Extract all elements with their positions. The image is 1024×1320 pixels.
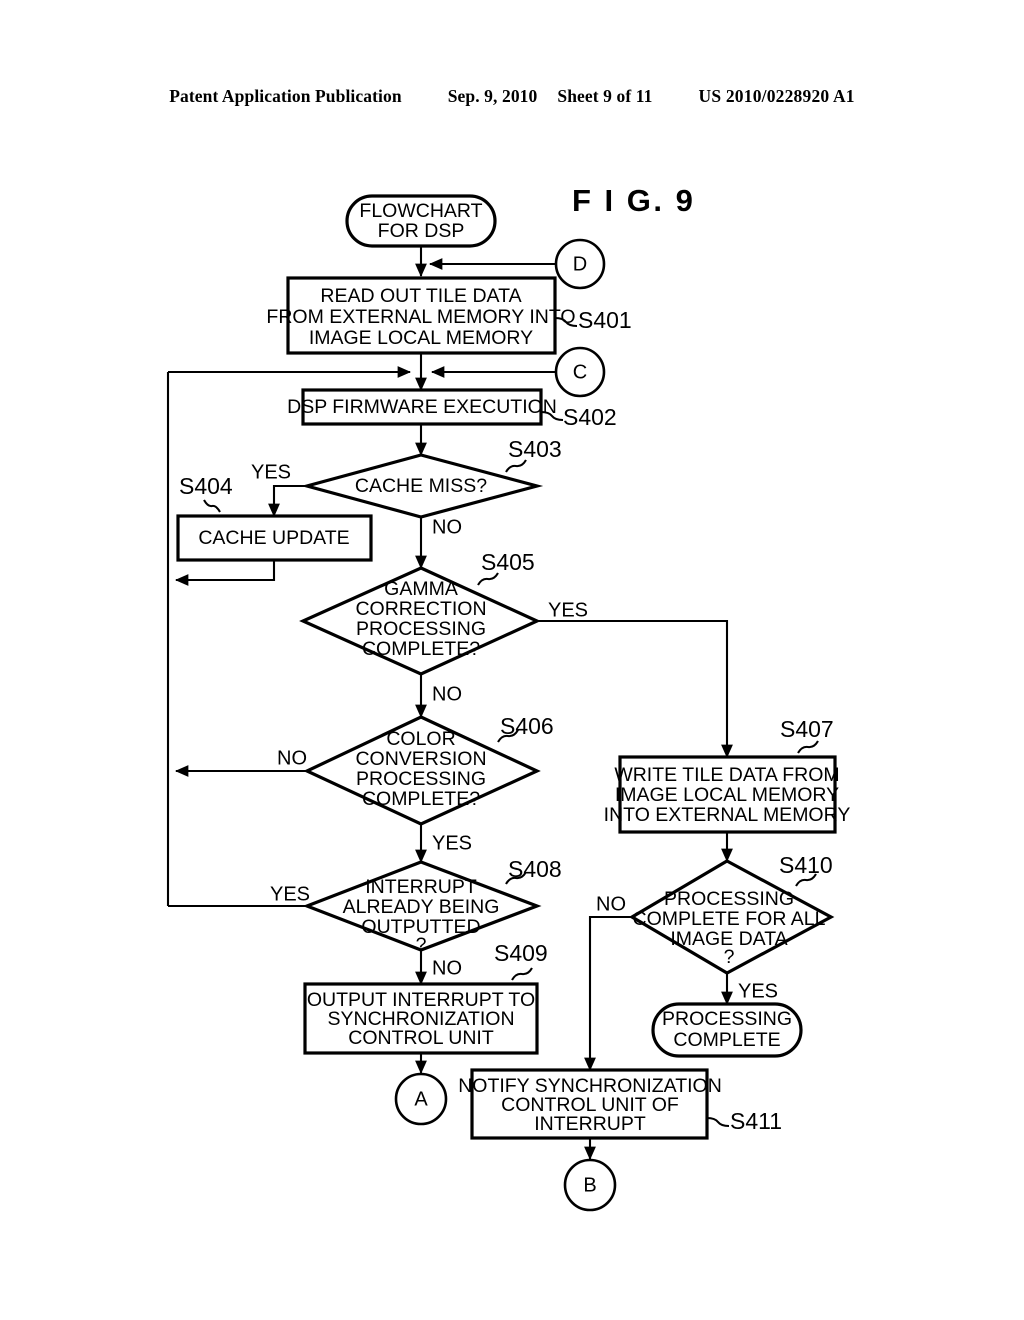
s408-line4: ? (416, 934, 427, 956)
s405-line2: CORRECTION (355, 598, 486, 620)
node-end: PROCESSING COMPLETE (651, 1002, 803, 1058)
s406-yes-label: YES (432, 832, 472, 854)
s409-line3: CONTROL UNIT (348, 1027, 494, 1049)
node-s409: OUTPUT INTERRUPT TO SYNCHRONIZATION CONT… (303, 940, 548, 1055)
s406-no-label: NO (277, 747, 307, 769)
connector-d: D (554, 238, 606, 290)
s410-line1: PROCESSING (664, 888, 794, 910)
s405-step-number: S405 (481, 549, 535, 575)
s407-line2: IMAGE LOCAL MEMORY (615, 784, 839, 806)
s410-yes-label: YES (738, 980, 778, 1002)
node-start: FLOWCHART FOR DSP (345, 194, 497, 248)
node-s406: COLOR CONVERSION PROCESSING COMPLETE? S4… (277, 713, 554, 854)
s408-line2: ALREADY BEING (343, 896, 500, 918)
s402-line1: DSP FIRMWARE EXECUTION (287, 396, 557, 418)
s411-line3: INTERRUPT (534, 1113, 646, 1135)
s407-leader (797, 740, 819, 754)
connector-c: C (554, 346, 606, 398)
connector-a-label: A (414, 1088, 428, 1110)
s406-step-number: S406 (500, 713, 554, 739)
edge-s405-yes-to-s407 (537, 619, 733, 759)
s411-leader (706, 1116, 730, 1128)
s407-step-number: S407 (780, 716, 834, 742)
connector-a: A (394, 1072, 448, 1126)
connector-d-label: D (573, 253, 587, 275)
flowchart-diagram: FLOWCHART FOR DSP D READ OUT TILE DATA F… (166, 194, 851, 1212)
s403-no-label: NO (432, 516, 462, 538)
connector-b: B (563, 1158, 617, 1212)
node-s410: PROCESSING COMPLETE FOR ALL IMAGE DATA ?… (596, 852, 835, 1002)
node-s401: READ OUT TILE DATA FROM EXTERNAL MEMORY … (266, 276, 632, 355)
s409-step-number: S409 (494, 940, 548, 966)
s407-line1: WRITE TILE DATA FROM (614, 764, 839, 786)
s401-line2: FROM EXTERNAL MEMORY INTO (266, 306, 575, 328)
s408-yes-label: YES (270, 883, 310, 905)
s405-no-label: NO (432, 683, 462, 705)
s405-line1: GAMMA (384, 578, 458, 600)
edge-s404-to-feedback-bus (174, 560, 276, 586)
s406-line1: COLOR (386, 728, 455, 750)
s404-line1: CACHE UPDATE (198, 527, 349, 549)
s401-line1: READ OUT TILE DATA (320, 285, 521, 307)
s401-step-number: S401 (578, 307, 632, 333)
s403-line1: CACHE MISS? (355, 475, 487, 497)
edge-s410-no-to-s411 (584, 915, 632, 1072)
node-s402: DSP FIRMWARE EXECUTION S402 (287, 388, 617, 430)
end-label-line2: COMPLETE (673, 1029, 780, 1051)
node-s411: NOTIFY SYNCHRONIZATION CONTROL UNIT OF I… (458, 1068, 782, 1140)
s405-line3: PROCESSING (356, 618, 486, 640)
s402-step-number: S402 (563, 404, 617, 430)
patent-figure-page: Patent Application Publication Sep. 9, 2… (0, 0, 1024, 1320)
s405-line4: COMPLETE? (362, 638, 480, 660)
end-label-line1: PROCESSING (662, 1008, 792, 1030)
s408-no-label: NO (432, 957, 462, 979)
s407-line3: INTO EXTERNAL MEMORY (604, 804, 851, 826)
s408-line1: INTERRUPT (365, 876, 477, 898)
s409-leader (511, 967, 533, 981)
s410-line2: COMPLETE FOR ALL (633, 908, 826, 930)
start-label-line1: FLOWCHART (359, 200, 482, 222)
s411-step-number: S411 (730, 1108, 782, 1134)
s408-step-number: S408 (508, 856, 562, 882)
s404-leader (203, 499, 221, 513)
s403-yes-label: YES (251, 461, 291, 483)
s404-step-number: S404 (179, 473, 233, 499)
s410-no-label: NO (596, 893, 626, 915)
node-s405: GAMMA CORRECTION PROCESSING COMPLETE? S4… (299, 549, 588, 705)
s406-line3: PROCESSING (356, 768, 486, 790)
s405-yes-label: YES (548, 599, 588, 621)
start-label-line2: FOR DSP (378, 220, 465, 242)
s406-line4: COMPLETE? (362, 788, 480, 810)
connector-c-label: C (573, 361, 587, 383)
s410-line4: ? (724, 946, 735, 968)
edge-s403-yes-to-s404 (268, 484, 307, 518)
s406-line2: CONVERSION (355, 748, 486, 770)
s401-line3: IMAGE LOCAL MEMORY (309, 327, 533, 349)
s403-step-number: S403 (508, 436, 562, 462)
s410-step-number: S410 (779, 852, 833, 878)
connector-b-label: B (583, 1174, 596, 1196)
